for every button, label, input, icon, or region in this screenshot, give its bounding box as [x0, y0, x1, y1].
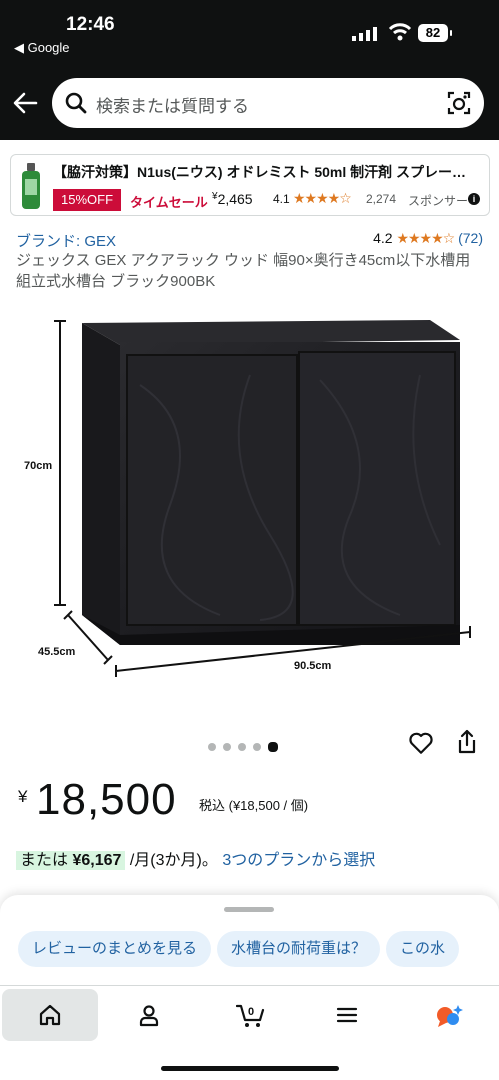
ad-rating-stars: ★★★★☆	[293, 190, 352, 206]
installment-highlight: または ¥6,167	[16, 851, 126, 870]
sponsored-label: スポンサー	[408, 194, 469, 208]
account-icon	[139, 1005, 159, 1027]
installment-prefix: または	[20, 852, 69, 869]
tab-home[interactable]	[2, 989, 98, 1041]
suggestion-chips: レビューのまとめを見る 水槽台の耐荷重は？ この水	[18, 931, 465, 967]
home-indicator	[161, 1066, 339, 1071]
discount-badge: 15%OFF	[53, 189, 122, 211]
battery-indicator: 82	[418, 24, 452, 42]
top-bar: 12:46 ◀ Google 82 検索または質問する	[0, 0, 499, 140]
back-to-google-link[interactable]: ◀ Google	[14, 40, 70, 56]
product-image[interactable]: 70cm 45.5cm 90.5cm	[20, 305, 480, 690]
ad-review-count: 2,274	[366, 192, 397, 206]
rating-value: 4.2	[373, 230, 393, 246]
carousel-dot-active[interactable]	[268, 742, 278, 752]
assistant-icon	[437, 1005, 463, 1027]
product-title: ジェックス GEX アクアラック ウッド 幅90×奥行き45cm以下水槽用 組立…	[16, 252, 471, 290]
search-input[interactable]: 検索または質問する	[96, 92, 249, 117]
suggestion-chip[interactable]: レビューのまとめを見る	[18, 931, 212, 967]
search-bar[interactable]: 検索または質問する	[52, 78, 484, 128]
dimension-depth-label: 45.5cm	[38, 646, 76, 658]
installment-line: または ¥6,167 /月(3か月)。 3つのプランから選択	[16, 846, 375, 870]
status-time: 12:46	[66, 14, 115, 35]
sponsored-product-ad[interactable]: 【脇汗対策】N1us(ニウス) オドレミスト 50ml 制汗剤 スプレー… 15…	[10, 154, 490, 216]
carousel-dot[interactable]	[253, 743, 261, 751]
ad-title[interactable]: 【脇汗対策】N1us(ニウス) オドレミスト 50ml 制汗剤 スプレー…	[53, 162, 483, 182]
carousel-dot[interactable]	[208, 743, 216, 751]
price-amount: 18,500	[36, 775, 177, 824]
suggestion-chip[interactable]: 水槽台の耐荷重は？	[217, 931, 381, 967]
installment-suffix: /月(3か月)。	[125, 852, 218, 869]
review-count[interactable]: (72)	[458, 230, 483, 246]
menu-icon	[336, 1007, 358, 1023]
ask-rufus-sheet[interactable]: レビューのまとめを見る 水槽台の耐荷重は？ この水	[0, 895, 499, 985]
ad-price-value: 2,465	[217, 191, 253, 207]
brand-link[interactable]: ブランド: GEX	[16, 230, 116, 251]
installment-plans-link[interactable]: 3つのプランから選択	[222, 852, 375, 869]
status-bar: 12:46 ◀ Google 82	[0, 0, 499, 64]
image-carousel-dots[interactable]	[208, 738, 285, 756]
sale-label: タイムセール	[130, 195, 208, 210]
rating-stars: ★★★★☆	[396, 230, 455, 246]
tab-account[interactable]	[101, 989, 197, 1041]
home-icon	[39, 1004, 61, 1026]
back-arrow-icon[interactable]	[12, 90, 38, 116]
product-rating[interactable]: 4.2 ★★★★☆ (72)	[373, 230, 483, 247]
wifi-icon	[388, 23, 412, 41]
sheet-drag-handle[interactable]	[224, 907, 274, 912]
carousel-dot[interactable]	[238, 743, 246, 751]
dimension-width-label: 90.5cm	[294, 660, 332, 672]
tab-menu[interactable]	[299, 989, 395, 1041]
price-currency: ¥	[18, 787, 28, 806]
carousel-dot[interactable]	[223, 743, 231, 751]
tax-note: 税込 (¥18,500 / 個)	[199, 798, 309, 813]
installment-amount: ¥6,167	[72, 852, 122, 869]
cart-icon: 0	[236, 1004, 265, 1027]
suggestion-chip[interactable]: この水	[386, 931, 460, 967]
share-icon[interactable]	[455, 728, 479, 756]
camera-search-icon[interactable]	[446, 90, 472, 116]
ad-product-thumbnail	[22, 163, 40, 209]
heart-icon[interactable]	[408, 730, 434, 756]
tab-cart[interactable]: 0	[200, 989, 296, 1041]
search-icon	[65, 92, 87, 114]
tab-rufus[interactable]	[398, 989, 494, 1041]
ad-price: ¥2,465	[212, 191, 253, 207]
info-icon[interactable]: i	[468, 193, 480, 205]
ad-rating-value: 4.1	[273, 192, 290, 206]
dimension-height-label: 70cm	[24, 460, 52, 472]
cart-count: 0	[248, 1006, 254, 1018]
cellular-signal-icon	[352, 27, 377, 41]
